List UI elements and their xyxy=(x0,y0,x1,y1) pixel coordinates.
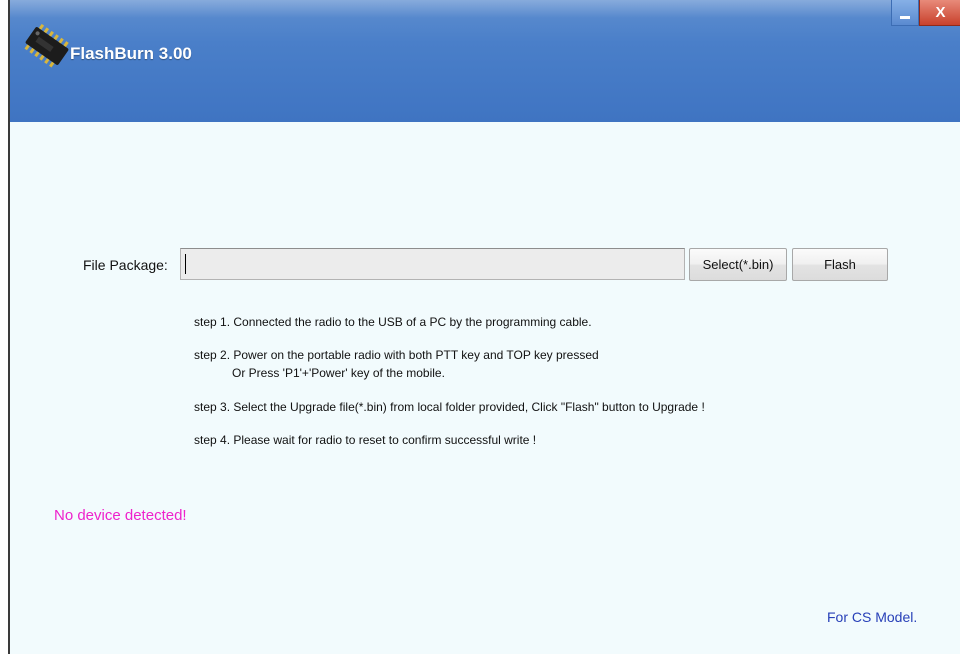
step-3-text: step 3. Select the Upgrade file(*.bin) f… xyxy=(194,400,705,414)
minimize-icon xyxy=(900,15,910,19)
title-bar[interactable]: FlashBurn 3.00 X xyxy=(10,0,960,122)
text-caret xyxy=(185,254,186,274)
select-bin-button[interactable]: Select(*.bin) xyxy=(689,248,787,281)
step-1-text: step 1. Connected the radio to the USB o… xyxy=(194,315,592,329)
file-package-input[interactable] xyxy=(180,248,685,280)
title-bar-highlight xyxy=(10,0,960,18)
step-2-subtext: Or Press 'P1'+'Power' key of the mobile. xyxy=(232,366,445,380)
chip-icon xyxy=(24,24,69,68)
flashburn-window: FlashBurn 3.00 X File Package: Select(*.… xyxy=(8,0,960,654)
file-package-label: File Package: xyxy=(83,257,168,273)
flash-button[interactable]: Flash xyxy=(792,248,888,281)
close-icon: X xyxy=(935,4,946,21)
step-2-text: step 2. Power on the portable radio with… xyxy=(194,348,599,362)
close-button[interactable]: X xyxy=(919,0,960,26)
window-title: FlashBurn 3.00 xyxy=(70,44,192,63)
minimize-button[interactable] xyxy=(891,0,919,26)
model-note: For CS Model. xyxy=(827,609,918,625)
device-status: No device detected! xyxy=(54,507,187,524)
step-4-text: step 4. Please wait for radio to reset t… xyxy=(194,433,537,447)
